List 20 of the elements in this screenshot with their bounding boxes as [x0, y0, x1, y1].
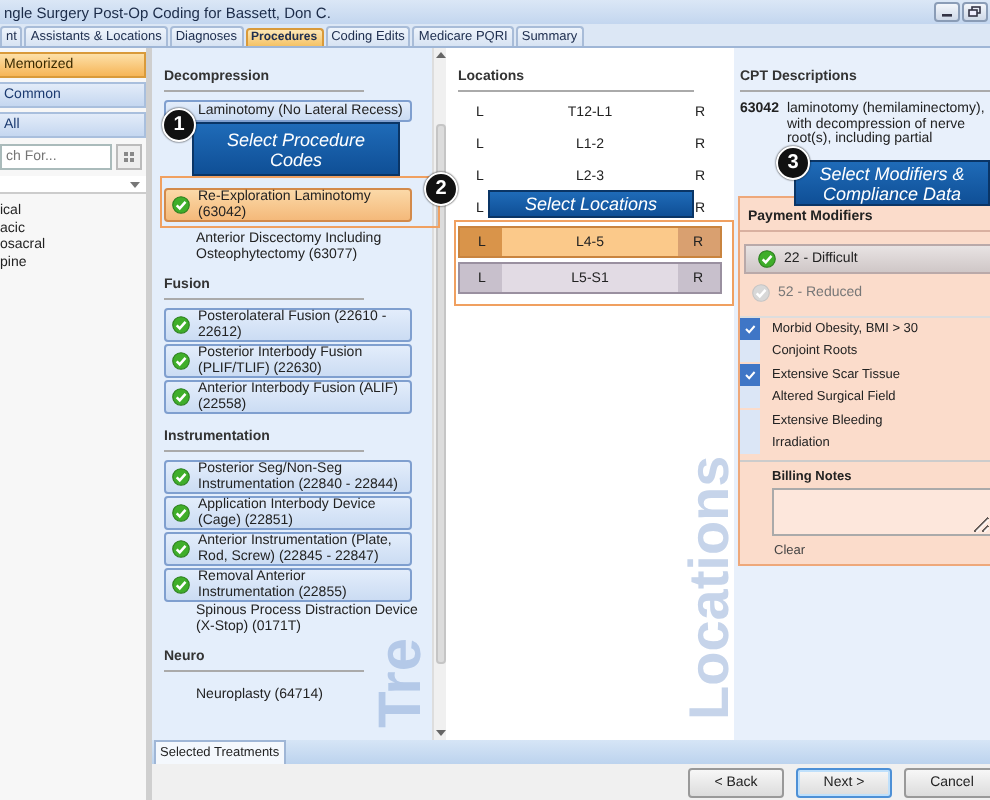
minimize-icon[interactable]: [934, 2, 960, 22]
checkbox[interactable]: [740, 317, 760, 340]
check-icon: [752, 283, 770, 301]
column-watermark: Locations: [678, 455, 734, 720]
billing-notes-field[interactable]: [772, 487, 990, 535]
search-options-button[interactable]: [116, 144, 142, 170]
caret-icon: [130, 181, 140, 187]
check-icon: [758, 249, 776, 267]
step-tooltip: Select Modifiers & Compliance Data 3: [776, 146, 990, 206]
scroll-thumb[interactable]: [435, 124, 445, 664]
checkbox[interactable]: [740, 340, 760, 363]
scroll-down-icon[interactable]: [435, 730, 445, 736]
checkbox[interactable]: [740, 432, 760, 455]
checkbox[interactable]: [740, 409, 760, 432]
checkbox[interactable]: [740, 363, 760, 386]
grid-icon: [122, 150, 136, 164]
scroll-up-icon[interactable]: [435, 52, 445, 58]
scrollbar[interactable]: [432, 48, 446, 740]
checkbox[interactable]: [740, 386, 760, 409]
restore-icon[interactable]: [962, 2, 988, 22]
